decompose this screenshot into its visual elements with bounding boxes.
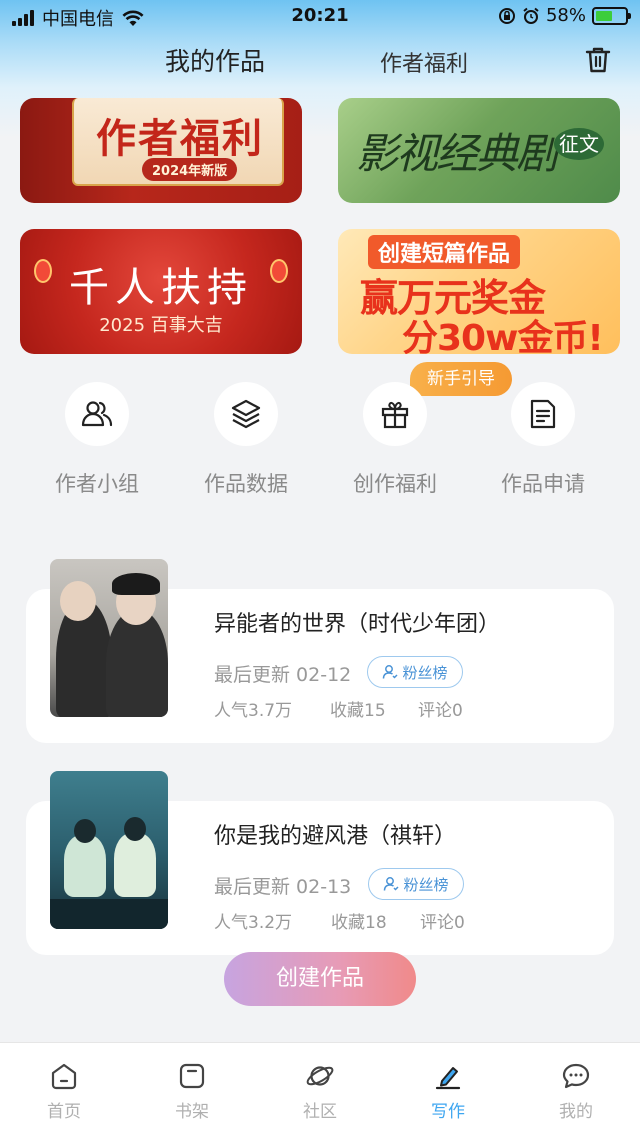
banner-short-story[interactable]: 创建短篇作品 赢万元奖金 分30w金币! (338, 229, 620, 354)
banner-title: 千人扶持 (69, 265, 253, 311)
quick-action-work-data[interactable]: 作品数据 (181, 382, 311, 498)
fan-list-button[interactable]: 粉丝榜 (367, 656, 463, 688)
work-last-updated: 最后更新 02-12 (214, 664, 352, 686)
nav-item-community[interactable]: 社区 (280, 1061, 360, 1122)
work-title[interactable]: 你是我的避风港（祺轩） (214, 818, 456, 850)
nav-label: 我的 (559, 1102, 593, 1122)
alarm-icon (523, 7, 539, 24)
banner-title: 影视经典剧 (356, 129, 558, 178)
nav-label: 社区 (303, 1102, 337, 1122)
fan-list-label: 粉丝榜 (403, 875, 449, 894)
banner-support[interactable]: 千人扶持 2025 百事大吉 (20, 229, 302, 354)
home-icon (51, 1063, 77, 1090)
work-cover-image[interactable] (50, 771, 168, 929)
banner-badge: 征文 (554, 128, 604, 160)
top-navigation: 我的作品 作者福利 (0, 38, 640, 84)
bookshelf-icon (179, 1063, 205, 1089)
quick-action-work-application[interactable]: 作品申请 (478, 382, 608, 498)
work-title[interactable]: 异能者的世界（时代少年团） (214, 606, 500, 638)
fan-list-button[interactable]: 粉丝榜 (368, 868, 464, 900)
nav-item-write[interactable]: 写作 (408, 1061, 488, 1122)
quick-action-label: 创作福利 (353, 472, 437, 496)
nav-item-me[interactable]: 我的 (536, 1061, 616, 1122)
work-popularity: 人气3.2万 (214, 913, 293, 933)
banner-classic-drama[interactable]: 影视经典剧 征文 (338, 98, 620, 203)
nav-label: 写作 (431, 1102, 465, 1122)
planet-icon (306, 1066, 334, 1086)
work-cover-image[interactable] (50, 559, 168, 717)
status-bar: 中国电信 20:21 58% (0, 0, 640, 34)
bottom-navigation: 首页 书架 社区 写作 我的 (0, 1042, 640, 1138)
work-last-updated: 最后更新 02-13 (214, 876, 352, 898)
quick-action-label: 作品申请 (501, 472, 585, 496)
quick-action-creation-benefits[interactable]: 创作福利 (330, 382, 460, 498)
work-favorites: 收藏15 (330, 701, 386, 721)
quick-action-author-group[interactable]: 作者小组 (32, 382, 162, 498)
work-comments: 评论0 (420, 913, 465, 933)
chat-icon (562, 1063, 590, 1089)
banner-line3: 分30w金币! (402, 318, 604, 354)
quick-action-label: 作者小组 (55, 472, 139, 496)
layers-icon (231, 399, 261, 429)
group-icon (81, 401, 113, 427)
user-icon (384, 877, 400, 891)
quick-action-label: 作品数据 (204, 472, 288, 496)
battery-percent: 58% (545, 5, 586, 26)
tab-my-works[interactable]: 我的作品 (165, 42, 265, 78)
nav-item-bookshelf[interactable]: 书架 (152, 1061, 232, 1122)
banner-line1: 创建短篇作品 (368, 235, 521, 269)
banner-title: 作者福利 (96, 116, 264, 162)
work-comments: 评论0 (418, 701, 463, 721)
work-favorites: 收藏18 (331, 913, 387, 933)
nav-label: 书架 (175, 1102, 209, 1122)
battery-icon (592, 6, 631, 25)
nav-label: 首页 (47, 1102, 81, 1122)
nav-item-home[interactable]: 首页 (24, 1061, 104, 1122)
create-work-button[interactable]: 创建作品 (224, 952, 416, 1006)
gift-icon (381, 401, 409, 429)
pen-icon (435, 1067, 461, 1090)
banner-scroll: 作者福利 2024年新版 (72, 98, 284, 186)
banner-author-benefits[interactable]: 作者福利 2024年新版 (20, 98, 302, 203)
work-popularity: 人气3.7万 (214, 701, 293, 721)
document-icon (530, 399, 556, 429)
fan-list-label: 粉丝榜 (402, 663, 448, 682)
tab-author-benefits[interactable]: 作者福利 (380, 46, 468, 78)
user-icon (383, 665, 399, 679)
banner-subtitle: 2025 百事大吉 (99, 315, 223, 336)
banner-tag: 2024年新版 (142, 158, 238, 181)
orientation-lock-icon (498, 7, 515, 24)
trash-icon[interactable] (582, 44, 614, 76)
